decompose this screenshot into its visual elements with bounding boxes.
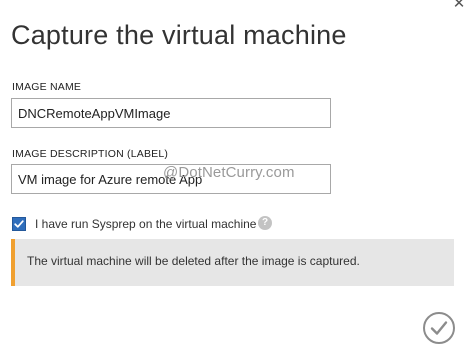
image-name-input[interactable] <box>11 98 331 128</box>
sysprep-label: I have run Sysprep on the virtual machin… <box>35 217 257 231</box>
notice-text: The virtual machine will be deleted afte… <box>27 254 360 268</box>
checkbox-check-icon <box>14 220 24 228</box>
image-description-label: IMAGE DESCRIPTION (LABEL) <box>12 148 169 160</box>
question-mark-icon[interactable]: ? <box>258 216 272 230</box>
close-icon[interactable]: ✕ <box>451 0 467 11</box>
image-description-input[interactable] <box>11 164 331 194</box>
warning-notice: The virtual machine will be deleted afte… <box>11 239 454 286</box>
image-name-label: IMAGE NAME <box>12 81 82 93</box>
checkmark-icon <box>430 321 448 335</box>
capture-vm-dialog: ✕ Capture the virtual machine IMAGE NAME… <box>0 0 470 350</box>
sysprep-checkbox[interactable] <box>12 217 26 231</box>
dialog-title: Capture the virtual machine <box>11 20 347 50</box>
confirm-button[interactable] <box>423 312 455 344</box>
